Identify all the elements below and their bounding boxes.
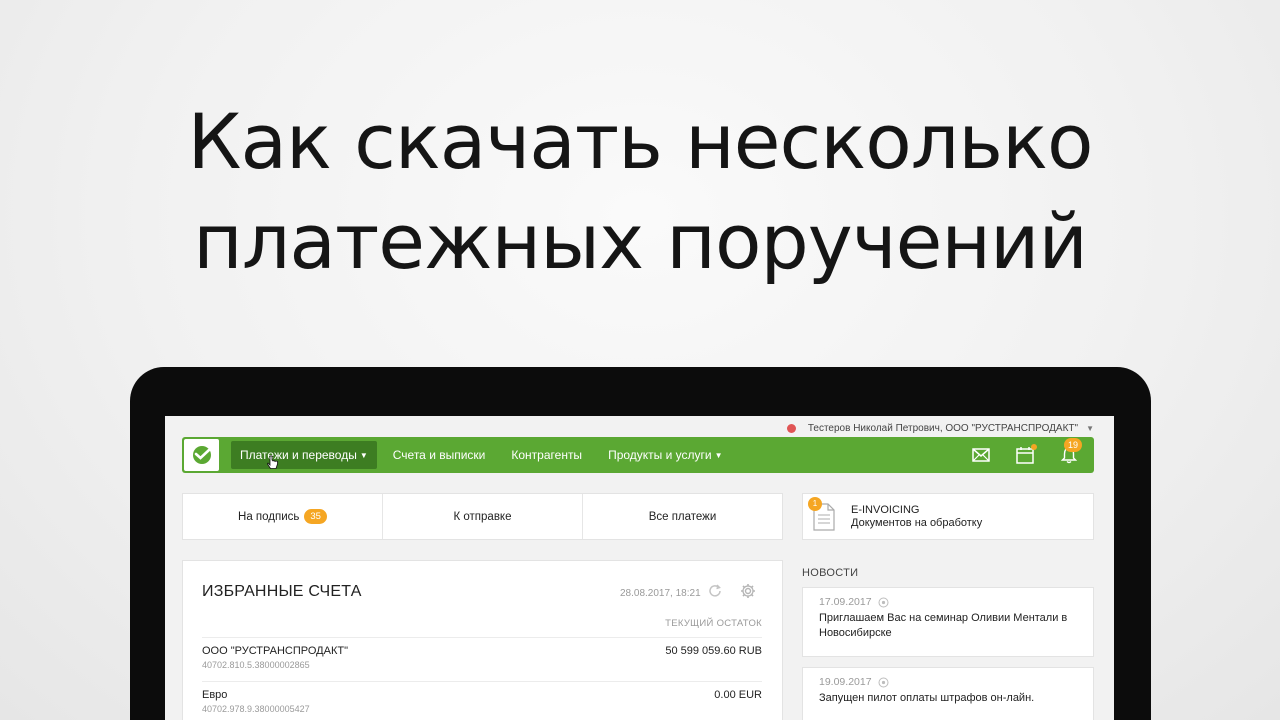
tab-all-payments[interactable]: Все платежи — [582, 494, 782, 539]
chevron-down-icon[interactable]: ▼ — [1086, 424, 1094, 433]
news-text: Запущен пилот оплаты штрафов он-лайн. — [819, 692, 1035, 704]
account-row[interactable]: Евро 40702.978.9.38000005427 0.00 EUR — [202, 681, 762, 720]
calendar-notification-dot — [1031, 444, 1037, 450]
mail-icon[interactable] — [970, 444, 992, 466]
panel-title: ИЗБРАННЫЕ СЧЕТА — [202, 583, 362, 600]
eye-icon — [878, 677, 889, 687]
news-date-row: 19.09.2017 — [819, 676, 1077, 688]
column-header-balance: ТЕКУЩИЙ ОСТАТОК — [665, 618, 762, 629]
news-header: НОВОСТИ — [802, 567, 859, 579]
nav-item-label: Платежи и переводы — [240, 448, 357, 462]
chevron-down-icon: ▼ — [359, 450, 368, 460]
account-balance: 0.00 EUR — [714, 689, 762, 701]
logo-icon[interactable] — [184, 439, 219, 471]
news-date-row: 17.09.2017 — [819, 596, 1077, 608]
einvoicing-widget[interactable]: 1 E-INVOICING Документов на обработку — [802, 493, 1094, 540]
nav-item-label: Контрагенты — [511, 448, 583, 462]
main-nav: Платежи и переводы ▼ Счета и выписки Кон… — [182, 437, 1094, 473]
chevron-down-icon: ▼ — [714, 450, 723, 460]
tab-to-sign[interactable]: На подпись 35 — [183, 494, 382, 539]
einvoicing-text: E-INVOICING Документов на обработку — [851, 504, 982, 530]
gear-icon[interactable] — [740, 583, 756, 604]
einvoicing-count-badge: 1 — [808, 496, 822, 511]
headline-line-2: платежных поручений — [193, 197, 1088, 286]
refresh-icon[interactable] — [707, 583, 723, 604]
news-item[interactable]: 19.09.2017 Запущен пилот оплаты штрафов … — [802, 667, 1094, 720]
status-indicator — [786, 423, 796, 433]
headline-line-1: Как скачать несколько — [187, 97, 1094, 186]
nav-item-label: Счета и выписки — [392, 448, 486, 462]
mouse-cursor-icon — [267, 455, 278, 469]
account-name: Евро — [202, 689, 228, 701]
eye-icon — [878, 597, 889, 607]
tab-label: Все платежи — [648, 510, 717, 523]
document-icon: 1 — [808, 496, 838, 532]
account-number: 40702.810.5.38000002865 — [202, 660, 310, 670]
nav-item-products[interactable]: Продукты и услуги ▼ — [598, 441, 732, 469]
headline: Как скачать несколько платежных поручени… — [0, 92, 1280, 292]
account-balance: 50 599 059.60 RUB — [665, 645, 762, 657]
account-number: 40702.978.9.38000005427 — [202, 704, 310, 714]
news-date: 17.09.2017 — [819, 596, 872, 608]
news-item[interactable]: 17.09.2017 Приглашаем Вас на семинар Оли… — [802, 587, 1094, 657]
nav-item-payments[interactable]: Платежи и переводы ▼ — [231, 441, 377, 469]
news-date: 19.09.2017 — [819, 676, 872, 688]
bell-icon[interactable]: 19 — [1058, 438, 1083, 466]
account-row[interactable]: ООО "РУСТРАНСПРОДАКТ" 40702.810.5.380000… — [202, 637, 762, 681]
news-text: Приглашаем Вас на семинар Оливии Ментали… — [819, 612, 1068, 639]
tab-label: На подпись — [238, 510, 300, 523]
last-updated: 28.08.2017, 18:21 — [620, 588, 701, 599]
bank-app-screen: Тестеров Николай Петрович, ООО "РУСТРАНС… — [165, 416, 1114, 720]
tab-label: К отправке — [453, 510, 512, 523]
calendar-icon[interactable] — [1014, 444, 1037, 466]
user-name[interactable]: Тестеров Николай Петрович, ООО "РУСТРАНС… — [808, 423, 1078, 434]
account-name: ООО "РУСТРАНСПРОДАКТ" — [202, 645, 348, 657]
notification-count-badge: 19 — [1064, 438, 1083, 452]
user-bar[interactable]: Тестеров Николай Петрович, ООО "РУСТРАНС… — [786, 419, 1094, 437]
tab-count-badge: 35 — [304, 509, 327, 524]
tab-to-send[interactable]: К отправке — [382, 494, 582, 539]
nav-item-counterparties[interactable]: Контрагенты — [501, 441, 592, 469]
favorite-accounts-panel: ИЗБРАННЫЕ СЧЕТА 28.08.2017, 18:21 ТЕКУЩИ… — [182, 560, 783, 720]
nav-icon-group: 19 — [970, 438, 1083, 466]
nav-item-label: Продукты и услуги — [608, 448, 712, 462]
einvoicing-subtitle: Документов на обработку — [851, 516, 983, 529]
nav-item-accounts[interactable]: Счета и выписки — [383, 441, 496, 469]
einvoicing-title: E-INVOICING — [851, 503, 920, 516]
payment-tabs: На подпись 35 К отправке Все платежи — [182, 493, 783, 540]
